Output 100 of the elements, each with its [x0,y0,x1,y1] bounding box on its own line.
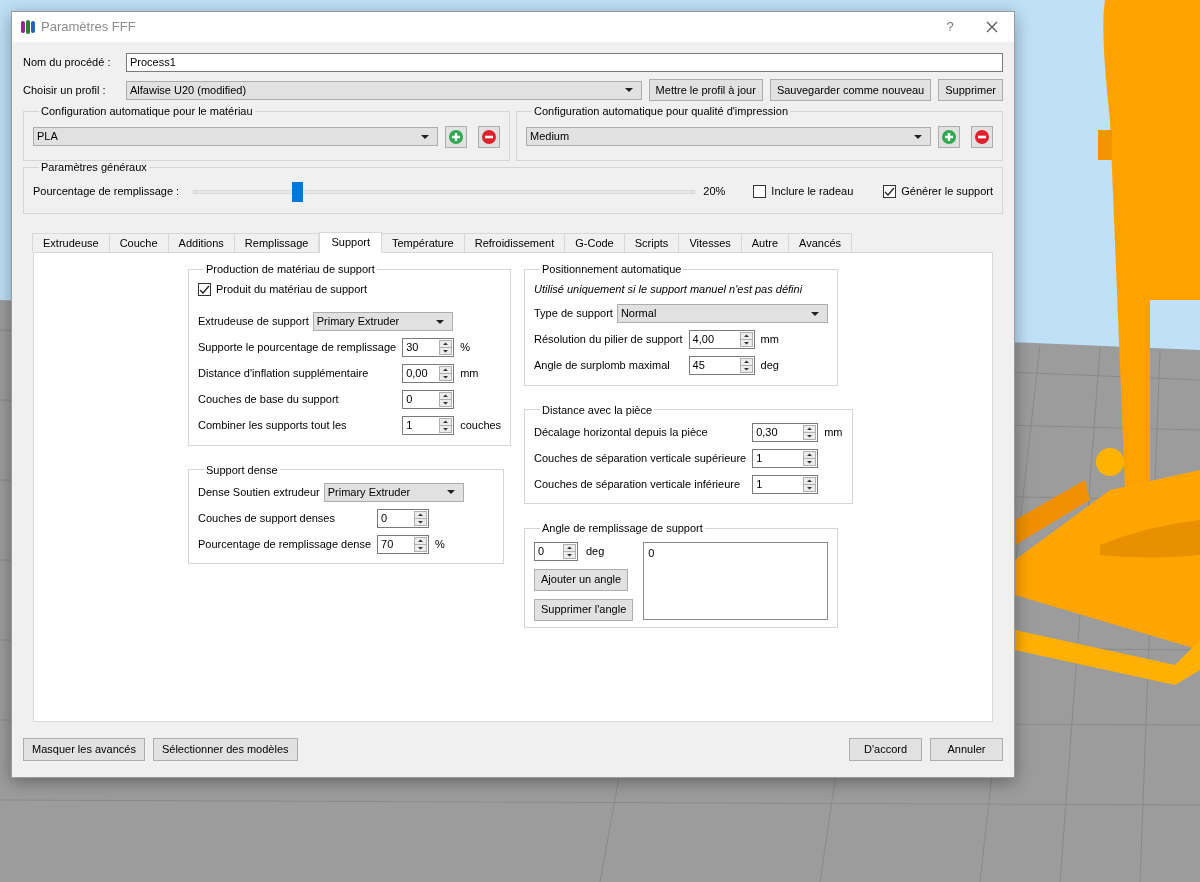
group-title: Configuration automatique pour qualité d'impression [533,104,790,119]
button[interactable]: Ajouter un angle [534,568,629,591]
field-label: Combiner les supports tout les [198,418,348,434]
slider[interactable] [193,181,696,202]
caret-icon [624,88,633,92]
spin-arrows-icon [739,358,753,373]
button[interactable]: Sélectionner des modèles [152,738,298,761]
unit-label: couches [460,418,502,434]
checkbox-label: Générer le support [901,184,993,200]
field-label: Couches de séparation verticale supérieure [534,450,747,466]
spin-box[interactable]: 70 [377,534,430,554]
slider-thumb[interactable] [292,181,304,202]
unit-label: deg [760,358,779,374]
button[interactable]: Mettre le profil à jour [648,79,763,101]
input-field[interactable]: Process1 [126,53,1003,72]
add-button[interactable] [938,125,960,148]
button[interactable]: Sauvegarder comme nouveau [769,79,932,101]
spin-arrows-icon [414,510,428,526]
button[interactable]: Annuler [930,738,1003,761]
spin-box[interactable]: 1 [752,448,819,468]
list-item[interactable]: 0 [648,544,823,561]
caret-icon [914,134,922,139]
dropdown[interactable]: Normal [616,304,828,323]
spin-box[interactable]: 4,00 [688,330,755,349]
remove-button[interactable] [971,125,993,148]
caret-icon [446,490,455,494]
field-label: Supporte le pourcentage de remplissage [198,340,397,356]
add-button[interactable] [445,125,467,148]
spin-box[interactable]: 45 [688,356,755,375]
spin-box[interactable]: 30 [402,338,455,357]
spin-arrows-icon [439,340,453,355]
plus-icon [449,129,463,144]
button[interactable]: Masquer les avancés [23,738,145,761]
button[interactable]: D'accord [849,738,922,761]
field-label: Décalage horizontal depuis la pièce [534,424,709,440]
remove-button[interactable] [478,125,500,148]
field-label: Distance d'inflation supplémentaire [198,366,370,382]
spin-arrows-icon [439,366,453,381]
group-title: Distance avec la pièce [541,402,654,418]
spin-box[interactable]: 0 [402,390,455,409]
window-title: Paramètres FFF [41,18,136,37]
unit-label: deg [586,543,605,559]
checkbox[interactable] [198,283,211,296]
note-text: Utilisé uniquement si le support manuel n'est pas défini [534,282,804,298]
caret-icon [811,311,819,316]
tab[interactable]: Remplissage [233,233,320,252]
spin-box[interactable]: 0,00 [402,364,455,383]
close-button[interactable] [986,20,1000,34]
minus-icon [482,129,496,144]
spin-box[interactable]: 0 [534,541,578,561]
spin-arrows-icon [439,418,453,433]
checkbox[interactable] [753,185,767,198]
spin-arrows-icon [803,476,817,492]
field-label: Couches de séparation verticale inférieure [534,476,742,492]
dropdown[interactable]: Alfawise U20 (modified) [126,80,642,100]
unit-label: mm [460,366,479,382]
unit-label: mm [760,332,779,348]
unit-label: % [435,536,445,552]
unit-label: mm [824,424,843,440]
spin-box[interactable]: 1 [402,416,455,435]
tab[interactable]: Température [380,233,465,252]
button[interactable]: Supprimer [938,79,1003,101]
field-label: Couches de support denses [198,510,336,526]
field-label: Pourcentage de remplissage : [33,184,181,200]
field-label: Pourcentage de remplissage dense [198,536,372,552]
app-logo-icon [21,20,35,34]
dropdown[interactable]: Primary Extruder [323,482,464,502]
spin-box[interactable]: 0 [377,508,430,528]
checkbox-label: Inclure le radeau [771,184,854,200]
dropdown[interactable]: Primary Extruder [312,312,453,331]
dropdown[interactable]: PLA [33,127,438,146]
dropdown[interactable]: Medium [526,127,931,146]
field-label: Extrudeuse de support [198,314,309,330]
group-title: Paramètres généraux [40,160,148,175]
spin-arrows-icon [803,424,817,440]
minus-icon [975,129,989,144]
spin-arrows-icon [563,543,576,559]
button[interactable]: Supprimer l'angle [534,598,634,621]
checkbox[interactable] [883,185,897,198]
list-box[interactable]: 0 [643,541,828,620]
tab[interactable]: Avancés [788,233,853,252]
field-label: Nom du procédé : [23,55,112,71]
spin-box[interactable]: 1 [752,474,819,494]
tab[interactable]: Extrudeuse [32,233,110,252]
tab[interactable]: Scripts [623,233,680,252]
help-button[interactable]: ? [940,17,960,37]
caret-icon [421,134,429,139]
check-icon [199,284,210,295]
tab[interactable]: Support [319,232,382,253]
field-label: Angle de surplomb maximal [534,358,671,374]
group-title: Production de matériau de support [205,262,376,277]
spin-box[interactable]: 0,30 [752,422,819,442]
caret-icon [435,319,444,324]
group-title: Configuration automatique pour le matériau [40,104,254,119]
checkbox-label: Produit du matériau de support [216,282,368,298]
spin-arrows-icon [439,392,453,407]
spin-arrows-icon [803,450,817,466]
plus-icon [942,129,956,144]
group-title: Support dense [205,462,279,478]
group-title: Angle de remplissage de support [541,521,704,536]
